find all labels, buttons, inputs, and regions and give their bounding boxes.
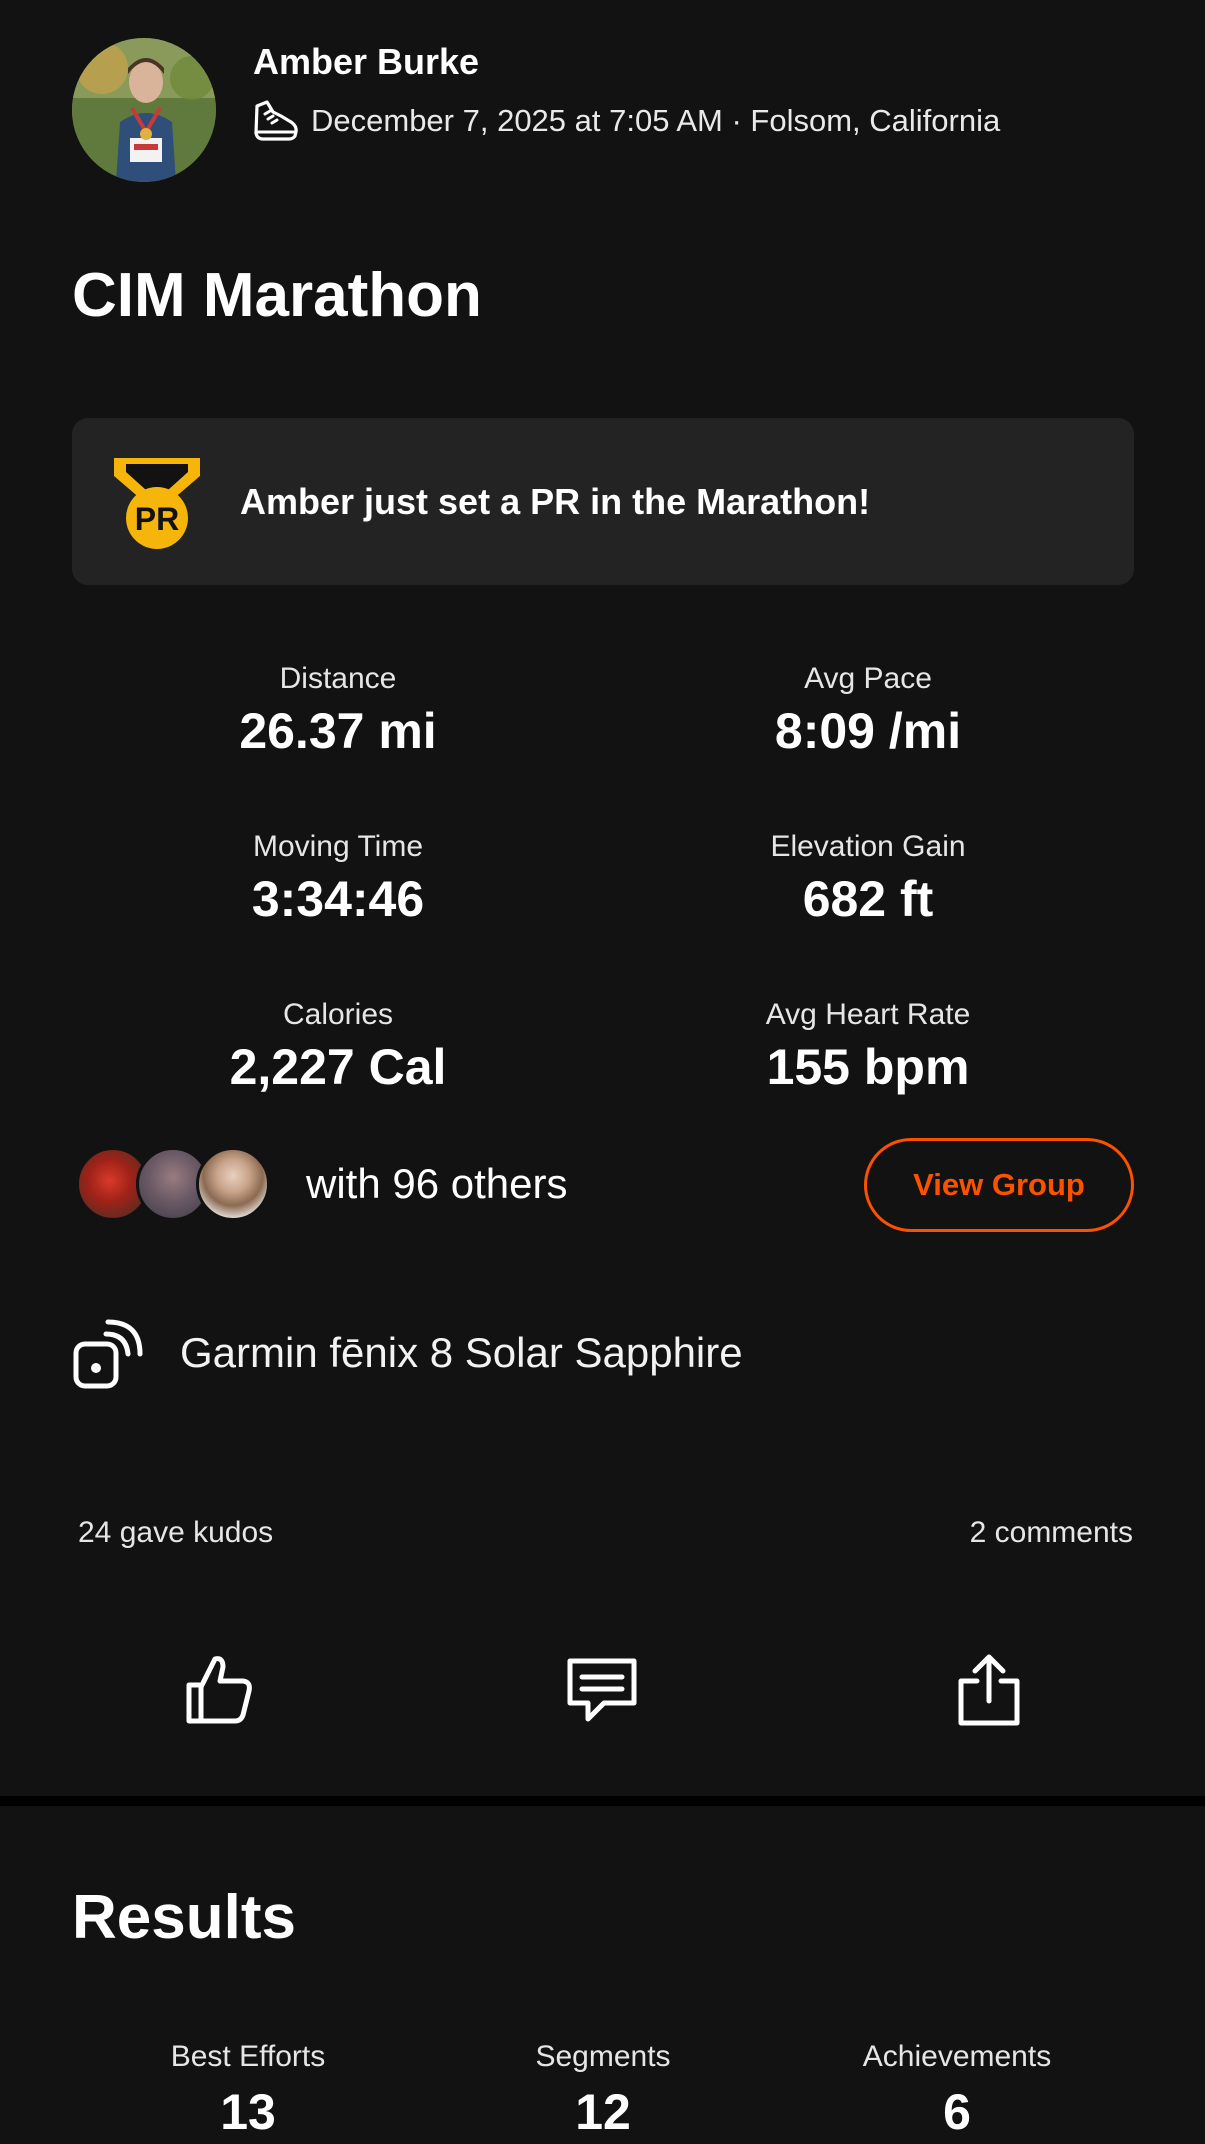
stat-avg-heart-rate: Avg Heart Rate 155 bpm	[608, 995, 1128, 1099]
athlete-name[interactable]: Amber Burke	[253, 38, 479, 86]
comment-button[interactable]	[557, 1644, 647, 1734]
running-shoe-icon	[254, 100, 298, 141]
pr-medal-text: PR	[135, 501, 179, 537]
results-value: 6	[943, 2084, 971, 2140]
activity-meta: December 7, 2025 at 7:05 AM · Folsom, Ca…	[251, 98, 1000, 144]
device-connected-icon	[73, 1319, 143, 1389]
results-label: Achievements	[862, 2040, 1052, 2073]
stat-label: Avg Heart Rate	[765, 998, 971, 1031]
results-label: Segments	[535, 2040, 671, 2073]
stat-value: 682 ft	[802, 871, 934, 927]
stat-value: 3:34:46	[251, 871, 425, 927]
stat-distance: Distance 26.37 mi	[78, 659, 598, 763]
stat-value: 8:09 /mi	[774, 703, 962, 759]
comments-count[interactable]: 2 comments	[970, 1513, 1133, 1553]
results-title: Results	[72, 1883, 296, 1952]
stat-moving-time: Moving Time 3:34:46	[78, 827, 598, 931]
stat-label: Avg Pace	[804, 662, 932, 695]
kudos-button[interactable]	[172, 1644, 262, 1734]
results-value: 12	[575, 2084, 631, 2140]
comment-icon	[567, 1658, 637, 1722]
stat-elevation-gain: Elevation Gain 682 ft	[608, 827, 1128, 931]
pr-medal-icon: PR	[114, 458, 200, 549]
share-button[interactable]	[944, 1644, 1034, 1734]
device-name[interactable]: Garmin fēnix 8 Solar Sapphire	[180, 1324, 743, 1382]
results-achievements[interactable]: Achievements 6	[777, 2037, 1137, 2143]
stat-value: 155 bpm	[766, 1039, 970, 1095]
stat-calories: Calories 2,227 Cal	[78, 995, 598, 1099]
avatar-photo	[72, 38, 216, 182]
section-divider	[0, 1796, 1205, 1806]
results-best-efforts[interactable]: Best Efforts 13	[68, 2037, 428, 2143]
activity-title: CIM Marathon	[72, 261, 482, 330]
results-value: 13	[220, 2084, 276, 2140]
stat-label: Elevation Gain	[770, 830, 966, 863]
pr-banner[interactable]: PR Amber just set a PR in the Marathon!	[72, 418, 1134, 585]
stat-value: 26.37 mi	[239, 703, 437, 759]
share-icon	[958, 1654, 1020, 1726]
stat-label: Calories	[282, 998, 394, 1031]
stat-value: 2,227 Cal	[229, 1039, 447, 1095]
kudos-count[interactable]: 24 gave kudos	[78, 1513, 273, 1553]
view-group-button[interactable]: View Group	[864, 1138, 1134, 1232]
results-segments[interactable]: Segments 12	[423, 2037, 783, 2143]
stat-label: Moving Time	[252, 830, 424, 863]
pr-banner-text: Amber just set a PR in the Marathon!	[240, 480, 871, 522]
thumbs-up-icon	[186, 1656, 252, 1724]
group-member-avatar	[196, 1147, 270, 1221]
stat-avg-pace: Avg Pace 8:09 /mi	[608, 659, 1128, 763]
group-avatars[interactable]	[76, 1147, 276, 1221]
activity-date-location: December 7, 2025 at 7:05 AM · Folsom, Ca…	[311, 103, 1001, 138]
results-label: Best Efforts	[170, 2040, 326, 2073]
group-others-text[interactable]: with 96 others	[306, 1155, 567, 1213]
athlete-avatar[interactable]	[72, 38, 216, 182]
stat-label: Distance	[279, 662, 397, 695]
